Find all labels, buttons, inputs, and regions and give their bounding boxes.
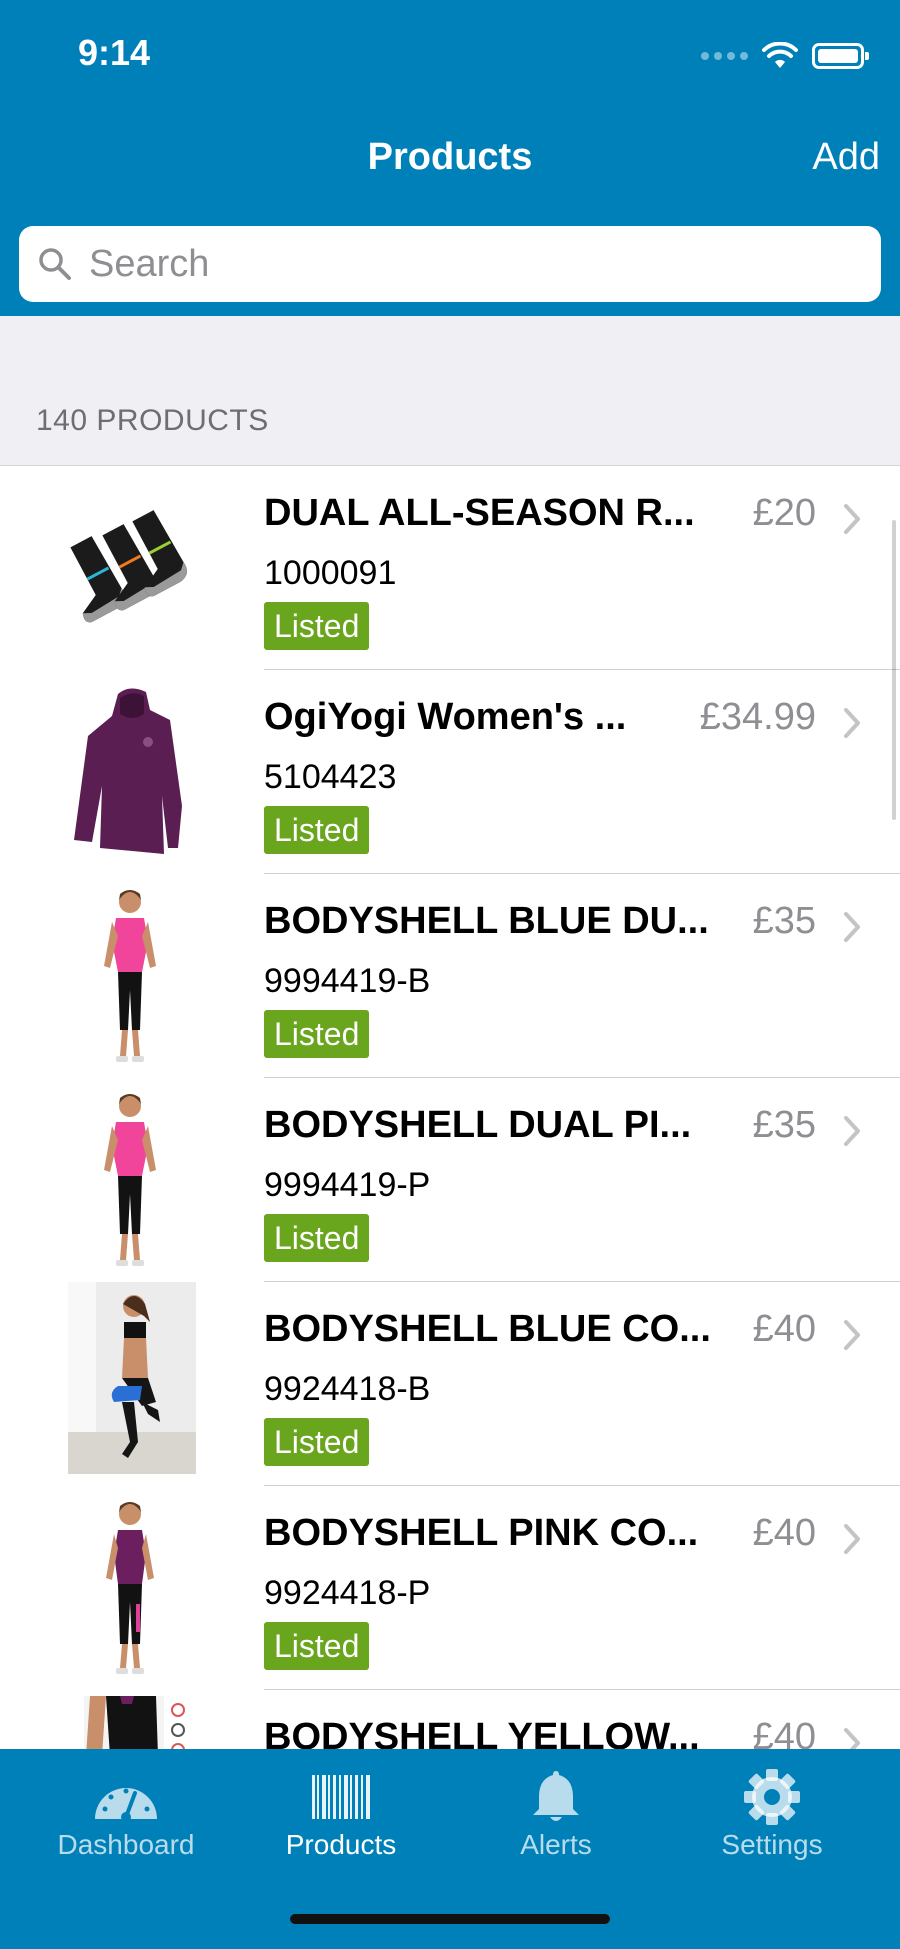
product-sku: 9994419-B bbox=[264, 962, 431, 1000]
product-count-header: 140 PRODUCTS bbox=[36, 404, 269, 437]
product-sku: 1000091 bbox=[264, 554, 397, 592]
page-title: Products bbox=[367, 136, 533, 178]
product-name: BODYSHELL BLUE CO... bbox=[264, 1308, 711, 1350]
chevron-right-icon bbox=[844, 504, 860, 534]
product-row[interactable]: BODYSHELL DUAL PI... £35 9994419-P Liste… bbox=[0, 1078, 900, 1282]
tab-label: Settings bbox=[721, 1829, 823, 1860]
product-price: £40 bbox=[752, 1308, 816, 1350]
chevron-right-icon bbox=[844, 708, 860, 738]
header: 9:14 Products Add bbox=[0, 0, 900, 316]
tab-label: Dashboard bbox=[57, 1829, 195, 1860]
product-sku: 9924418-B bbox=[264, 1370, 431, 1408]
search-icon bbox=[39, 248, 71, 280]
product-row[interactable]: DUAL ALL-SEASON R... £20 1000091 Listed bbox=[0, 466, 900, 670]
status-badge: Listed bbox=[264, 1010, 370, 1058]
chevron-right-icon bbox=[844, 1728, 860, 1749]
status-time: 9:14 bbox=[78, 32, 151, 73]
home-indicator bbox=[290, 1914, 610, 1924]
product-sku: 9924418-P bbox=[264, 1574, 431, 1612]
product-row[interactable]: BODYSHELL PINK CO... £40 9924418-P Liste… bbox=[0, 1486, 900, 1690]
product-price: £20 bbox=[752, 492, 816, 534]
product-price: £34.99 bbox=[699, 696, 816, 738]
product-row[interactable]: OgiYogi Women's ... £34.99 5104423 Liste… bbox=[0, 670, 900, 874]
product-row[interactable]: BODYSHELL YELLOW... £40 bbox=[0, 1690, 900, 1749]
product-name: BODYSHELL BLUE DU... bbox=[264, 900, 709, 942]
product-thumbnail-woman bbox=[60, 1084, 200, 1276]
product-name: BODYSHELL DUAL PI... bbox=[264, 1104, 692, 1146]
product-row[interactable]: BODYSHELL BLUE DU... £35 9994419-B Liste… bbox=[0, 874, 900, 1078]
tab-bar: Dashboard Products Alerts Settings bbox=[0, 1749, 900, 1949]
tab-label: Alerts bbox=[520, 1829, 592, 1860]
search-input[interactable] bbox=[89, 242, 849, 286]
chevron-right-icon bbox=[844, 912, 860, 942]
product-thumbnail-hoodie bbox=[60, 676, 200, 868]
product-price: £35 bbox=[752, 1104, 816, 1146]
product-sku: 9994419-P bbox=[264, 1166, 431, 1204]
tab-alerts[interactable]: Alerts bbox=[456, 1769, 656, 1861]
gauge-icon bbox=[95, 1788, 157, 1822]
search-bar[interactable] bbox=[19, 226, 881, 302]
product-price: £35 bbox=[752, 900, 816, 942]
product-list[interactable]: DUAL ALL-SEASON R... £20 1000091 Listed … bbox=[0, 466, 900, 1749]
product-name: BODYSHELL PINK CO... bbox=[264, 1512, 699, 1554]
product-thumbnail-leggings bbox=[60, 1696, 200, 1749]
gear-icon bbox=[744, 1769, 800, 1825]
product-thumbnail-socks bbox=[60, 472, 200, 664]
tab-label: Products bbox=[285, 1829, 397, 1860]
product-thumbnail-woman bbox=[60, 880, 200, 1072]
tab-products[interactable]: Products bbox=[241, 1769, 441, 1861]
chevron-right-icon bbox=[844, 1116, 860, 1146]
tab-settings[interactable]: Settings bbox=[672, 1769, 872, 1861]
status-badge: Listed bbox=[264, 1418, 370, 1466]
status-badge: Listed bbox=[264, 602, 370, 650]
product-price: £40 bbox=[752, 1716, 816, 1749]
status-badge: Listed bbox=[264, 1214, 370, 1262]
add-button[interactable]: Add bbox=[812, 136, 880, 179]
status-icons bbox=[701, 38, 869, 74]
product-name: DUAL ALL-SEASON R... bbox=[264, 492, 695, 534]
status-badge: Listed bbox=[264, 806, 370, 854]
bell-icon bbox=[533, 1771, 579, 1821]
product-thumbnail-woman bbox=[60, 1492, 200, 1684]
section-header-bg bbox=[0, 316, 900, 466]
barcode-icon bbox=[312, 1775, 370, 1819]
status-badge: Listed bbox=[264, 1622, 370, 1670]
tab-dashboard[interactable]: Dashboard bbox=[26, 1769, 226, 1861]
chevron-right-icon bbox=[844, 1524, 860, 1554]
product-thumbnail-photo bbox=[68, 1282, 196, 1474]
signal-icon bbox=[701, 52, 748, 60]
product-name: OgiYogi Women's ... bbox=[264, 696, 627, 738]
wifi-icon bbox=[762, 42, 798, 68]
product-sku: 5104423 bbox=[264, 758, 397, 796]
scroll-indicator[interactable] bbox=[892, 520, 896, 820]
battery-icon bbox=[812, 43, 869, 69]
product-row[interactable]: BODYSHELL BLUE CO... £40 9924418-B Liste… bbox=[0, 1282, 900, 1486]
product-price: £40 bbox=[752, 1512, 816, 1554]
product-name: BODYSHELL YELLOW... bbox=[264, 1716, 700, 1749]
chevron-right-icon bbox=[844, 1320, 860, 1350]
